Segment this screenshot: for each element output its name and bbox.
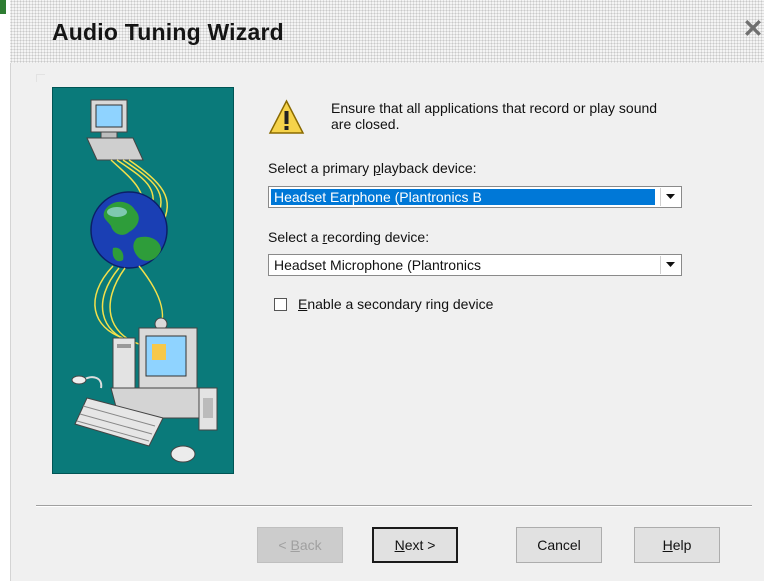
recording-label-text: Select a: [268, 229, 323, 245]
next-button[interactable]: Next >: [372, 527, 458, 563]
chevron-down-icon: [666, 194, 675, 199]
window-left-edge: [0, 0, 11, 581]
playback-device-label: Select a primary playback device:: [268, 160, 477, 176]
recording-device-value: Headset Microphone (Plantronics: [274, 257, 481, 273]
chevron-down-icon: [666, 262, 675, 267]
dialog-corner-mark: [36, 74, 45, 82]
secondary-ring-device-checkbox[interactable]: [274, 298, 287, 311]
audio-tuning-wizard-window: Audio Tuning Wizard ✕ Ensure that all ap…: [0, 0, 764, 581]
back-button[interactable]: < Back: [257, 527, 343, 563]
back-accelerator: B: [290, 537, 300, 553]
back-label: ack: [299, 537, 322, 553]
warning-icon: [268, 99, 305, 134]
wizard-header: Audio Tuning Wizard ✕: [10, 0, 764, 63]
help-label: elp: [672, 537, 692, 553]
ring-label-text: nable a secondary ring device: [307, 296, 494, 312]
wizard-title: Audio Tuning Wizard: [52, 19, 284, 45]
recording-label-text-end: ecording device:: [327, 229, 430, 245]
recording-device-label: Select a recording device:: [268, 229, 429, 245]
footer-separator: [36, 505, 752, 507]
window-corner-accent: [0, 0, 6, 14]
playback-label-text: Select a primary: [268, 160, 374, 176]
playback-label-text-end: layback device:: [380, 160, 477, 176]
playback-device-select[interactable]: Headset Earphone (Plantronics B: [268, 186, 682, 208]
warning-message: Ensure that all applications that record…: [331, 100, 658, 132]
back-prefix: <: [278, 537, 291, 553]
next-accelerator: N: [394, 537, 405, 553]
computer-network-illustration: [52, 87, 234, 474]
secondary-ring-device-label[interactable]: Enable a secondary ring device: [298, 296, 493, 312]
next-label: ext >: [404, 537, 436, 553]
recording-dropdown-button[interactable]: [660, 256, 680, 274]
playback-label-accelerator: p: [373, 160, 381, 176]
help-accelerator: H: [662, 537, 673, 553]
playback-device-value: Headset Earphone (Plantronics B: [271, 189, 655, 205]
ring-label-accelerator: E: [298, 296, 308, 312]
help-button[interactable]: Help: [634, 527, 720, 563]
cancel-button[interactable]: Cancel: [516, 527, 602, 563]
recording-device-select[interactable]: Headset Microphone (Plantronics: [268, 254, 682, 276]
playback-dropdown-button[interactable]: [660, 188, 680, 206]
computers-globe-icon: [71, 99, 218, 463]
close-icon[interactable]: ✕: [742, 14, 764, 44]
